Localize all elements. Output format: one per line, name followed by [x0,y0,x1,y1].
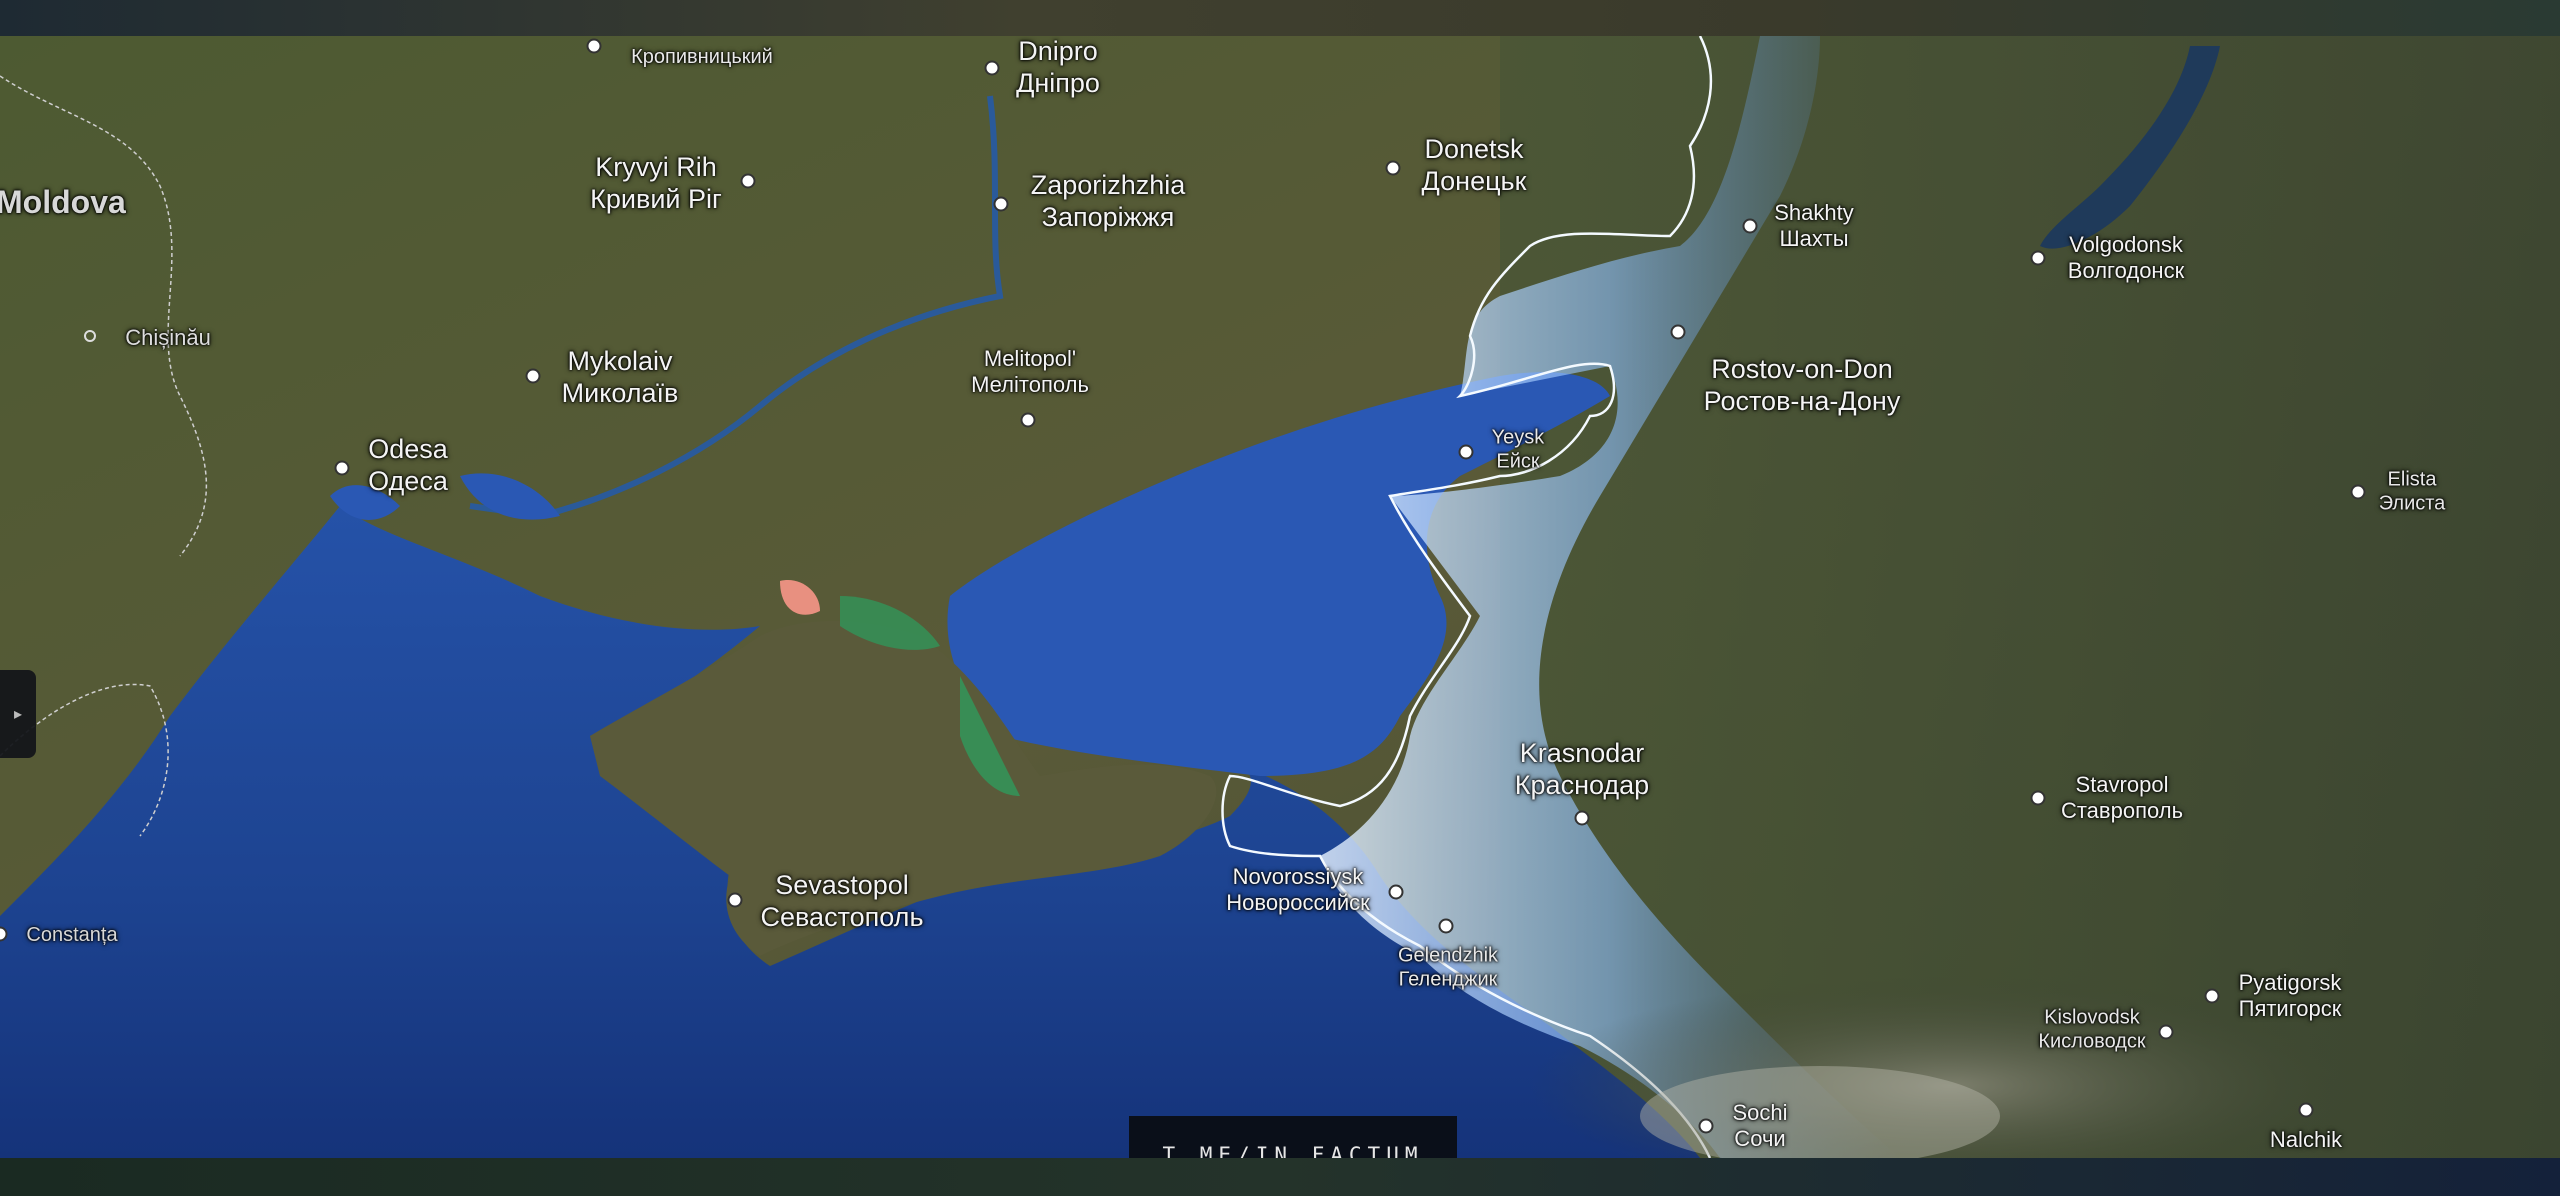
label-sevastopol-en: Sevastopol [775,870,909,901]
label-yeysk-ru: Ейск [1496,450,1540,472]
label-elista-ru: Элиста [2378,492,2446,514]
label-donetsk-en: Donetsk [1424,134,1524,165]
label-melitopol: Melitopol' Мелітополь [971,346,1089,398]
city-dot-sochi[interactable] [1698,1118,1714,1134]
map-canvas [0,36,2560,1158]
label-novorossiysk: Novorossiysk Новороссийск [1226,864,1369,916]
label-gelendzhik-en: Gelendzhik [1397,944,1499,967]
label-volgodonsk-ru: Волгодонск [2067,258,2185,283]
label-odesa-uk: Одеса [368,466,448,496]
city-dot-kislovodsk[interactable] [2158,1024,2174,1040]
label-gelendzhik-ru: Геленджик [1398,968,1498,990]
label-dnipro-en: Dnipro [1018,36,1098,67]
label-rostov: Rostov-on-Don Ростов-на-Дону [1704,354,1901,418]
label-kropyvnytskyi: Кропивницький [631,46,773,69]
label-pyatigorsk: Pyatigorsk Пятигорск [2239,970,2342,1022]
satellite-map[interactable]: Moldova Кропивницький Dnipro Дніпро Kryv… [0,36,2560,1158]
side-panel-toggle[interactable]: ▸ [0,670,36,758]
city-dot-dnipro[interactable] [984,60,1000,76]
label-rostov-ru: Ростов-на-Дону [1703,386,1901,416]
label-zaporizhzhia-uk: Запоріжжя [1041,202,1175,232]
city-dot-shakhty[interactable] [1742,218,1758,234]
label-gelendzhik: Gelendzhik Геленджик [1398,944,1498,991]
bottom-border-band [0,1158,2560,1196]
label-rostov-en: Rostov-on-Don [1711,354,1893,385]
watermark-text: T.ME/IN_FACTUM [1162,1143,1424,1158]
label-pyatigorsk-en: Pyatigorsk [2238,970,2342,996]
label-odesa-en: Odesa [368,434,448,465]
label-novorossiysk-en: Novorossiysk [1232,864,1364,890]
city-dot-donetsk[interactable] [1385,160,1401,176]
label-sochi: Sochi Сочи [1732,1100,1787,1152]
label-novorossiysk-ru: Новороссийск [1226,890,1370,915]
label-constanta: Constanța [26,924,118,947]
label-melitopol-uk: Мелітополь [971,372,1089,397]
city-dot-odesa[interactable] [334,460,350,476]
label-sevastopol: Sevastopol Севастополь [760,870,923,934]
label-sochi-en: Sochi [1732,1100,1788,1126]
label-donetsk-uk: Донецьк [1421,166,1527,196]
city-dot-kropyvnytskyi[interactable] [586,38,602,54]
label-dnipro: Dnipro Дніпро [1016,36,1100,100]
city-dot-sevastopol[interactable] [727,892,743,908]
label-donetsk: Donetsk Донецьк [1422,134,1527,198]
city-dot-kryvyi-rih[interactable] [740,173,756,189]
label-kislovodsk-ru: Кисловодск [2038,1030,2146,1052]
label-sevastopol-uk: Севастополь [760,902,924,932]
city-dot-chisinau[interactable] [84,330,96,342]
label-volgodonsk: Volgodonsk Волгодонск [2068,232,2184,284]
label-kislovodsk: Kislovodsk Кисловодск [2038,1006,2145,1053]
label-melitopol-en: Melitopol' [983,346,1077,372]
country-label-moldova: Moldova [0,184,126,220]
label-shakhty: Shakhty Шахты [1774,200,1854,252]
city-dot-stavropol[interactable] [2030,790,2046,806]
city-dot-volgodonsk[interactable] [2030,250,2046,266]
label-krasnodar-ru: Краснодар [1514,770,1650,800]
city-dot-gelendzhik[interactable] [1438,918,1454,934]
city-dot-zaporizhzhia[interactable] [993,196,1009,212]
label-stavropol-en: Stavropol [2075,772,2169,798]
city-dot-krasnodar[interactable] [1574,810,1590,826]
city-dot-rostov[interactable] [1670,324,1686,340]
label-odesa: Odesa Одеса [368,434,448,498]
label-pyatigorsk-ru: Пятигорск [2238,996,2342,1021]
label-krasnodar-en: Krasnodar [1519,738,1645,769]
label-stavropol-ru: Ставрополь [2060,798,2184,823]
label-kryvyi-rih-uk: Кривий Ріг [590,184,722,214]
label-shakhty-en: Shakhty [1774,200,1854,226]
label-kryvyi-rih-en: Kryvyi Rih [595,152,717,183]
city-dot-nalchik[interactable] [2298,1102,2314,1118]
label-kislovodsk-en: Kislovodsk [2044,1006,2140,1029]
city-dot-novorossiysk[interactable] [1388,884,1404,900]
label-sochi-ru: Сочи [1734,1126,1786,1151]
label-kryvyi-rih: Kryvyi Rih Кривий Ріг [590,152,722,216]
label-shakhty-ru: Шахты [1779,226,1849,251]
city-dot-elista[interactable] [2350,484,2366,500]
city-dot-yeysk[interactable] [1458,444,1474,460]
label-zaporizhzhia-en: Zaporizhzhia [1030,170,1186,201]
label-stavropol: Stavropol Ставрополь [2061,772,2183,824]
label-elista: Elista Элиста [2379,468,2446,515]
label-mykolaiv-uk: Миколаїв [561,378,679,408]
label-zaporizhzhia: Zaporizhzhia Запоріжжя [1031,170,1186,234]
label-yeysk: Yeysk Ейск [1492,426,1545,473]
label-yeysk-en: Yeysk [1491,426,1545,449]
city-dot-mykolaiv[interactable] [525,368,541,384]
label-chisinau: Chișinău [125,325,211,351]
label-dnipro-uk: Дніпро [1016,68,1100,98]
city-dot-pyatigorsk[interactable] [2204,988,2220,1004]
watermark-badge: T.ME/IN_FACTUM [1129,1116,1457,1158]
label-krasnodar: Krasnodar Краснодар [1515,738,1649,802]
label-mykolaiv: Mykolaiv Миколаїв [562,346,679,410]
label-mykolaiv-en: Mykolaiv [567,346,673,377]
label-elista-en: Elista [2387,468,2437,491]
label-nalchik: Nalchik [2269,1127,2343,1153]
city-dot-melitopol[interactable] [1020,412,1036,428]
top-border-band [0,0,2560,36]
label-volgodonsk-en: Volgodonsk [2069,232,2183,258]
chevron-right-icon: ▸ [13,706,23,723]
